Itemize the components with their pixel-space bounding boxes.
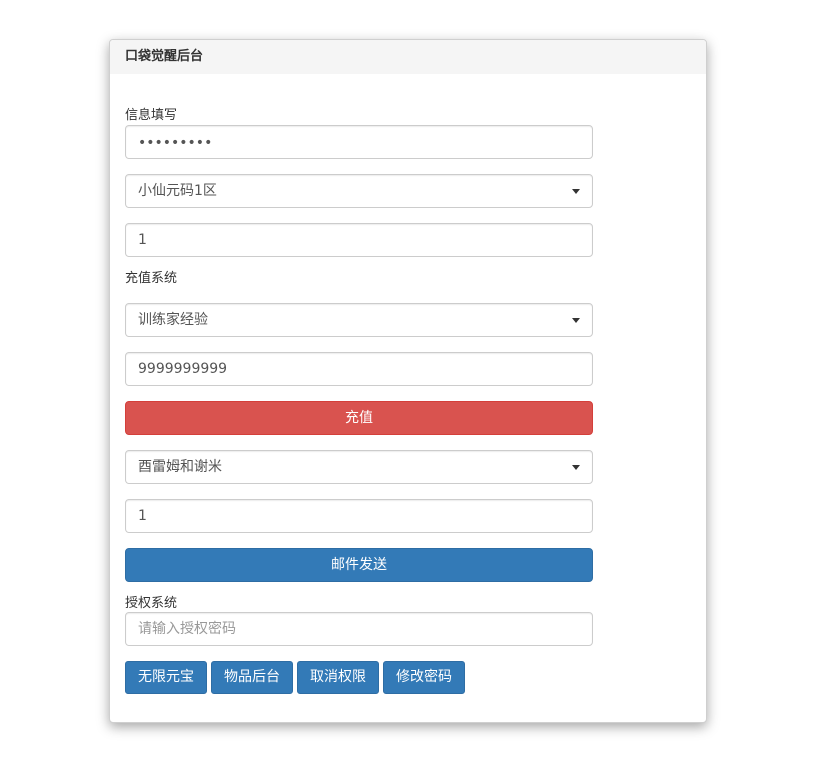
recharge-button[interactable]: 充值: [125, 401, 593, 435]
item-admin-button[interactable]: 物品后台: [211, 661, 293, 694]
revoke-permission-button[interactable]: 取消权限: [297, 661, 379, 694]
item-select-value: 酉雷姆和谢米: [138, 459, 222, 475]
chevron-down-icon: [572, 318, 580, 323]
panel-title: 口袋觉醒后台: [125, 49, 204, 64]
auth-section-label: 授权系统: [125, 596, 178, 611]
chevron-down-icon: [572, 465, 580, 470]
server-select[interactable]: 小仙元码1区: [125, 174, 593, 208]
password-field[interactable]: •••••••••: [125, 125, 593, 159]
item-select[interactable]: 酉雷姆和谢米: [125, 450, 593, 484]
server-select-value: 小仙元码1区: [138, 183, 217, 199]
unlimited-ingot-button[interactable]: 无限元宝: [125, 661, 207, 694]
auth-password-input[interactable]: 请输入授权密码: [125, 612, 593, 646]
auth-password-placeholder: 请输入授权密码: [138, 621, 236, 637]
info-section-label: 信息填写: [125, 108, 178, 123]
panel-heading: 口袋觉醒后台: [110, 40, 706, 74]
admin-panel: 口袋觉醒后台 信息填写 ••••••••• 小仙元码1区 1 充值系统 训练家经…: [109, 39, 707, 723]
recharge-amount-field[interactable]: 9999999999: [125, 352, 593, 386]
item-quantity-field[interactable]: 1: [125, 499, 593, 533]
recharge-section-label: 充值系统: [125, 271, 178, 286]
password-value: •••••••••: [138, 135, 213, 151]
quantity-value: 1: [138, 232, 147, 248]
change-password-button[interactable]: 修改密码: [383, 661, 465, 694]
recharge-type-value: 训练家经验: [138, 312, 208, 328]
item-quantity-value: 1: [138, 508, 147, 524]
chevron-down-icon: [572, 189, 580, 194]
mail-send-button[interactable]: 邮件发送: [125, 548, 593, 582]
recharge-type-select[interactable]: 训练家经验: [125, 303, 593, 337]
quantity-field[interactable]: 1: [125, 223, 593, 257]
recharge-amount-value: 9999999999: [138, 361, 228, 377]
